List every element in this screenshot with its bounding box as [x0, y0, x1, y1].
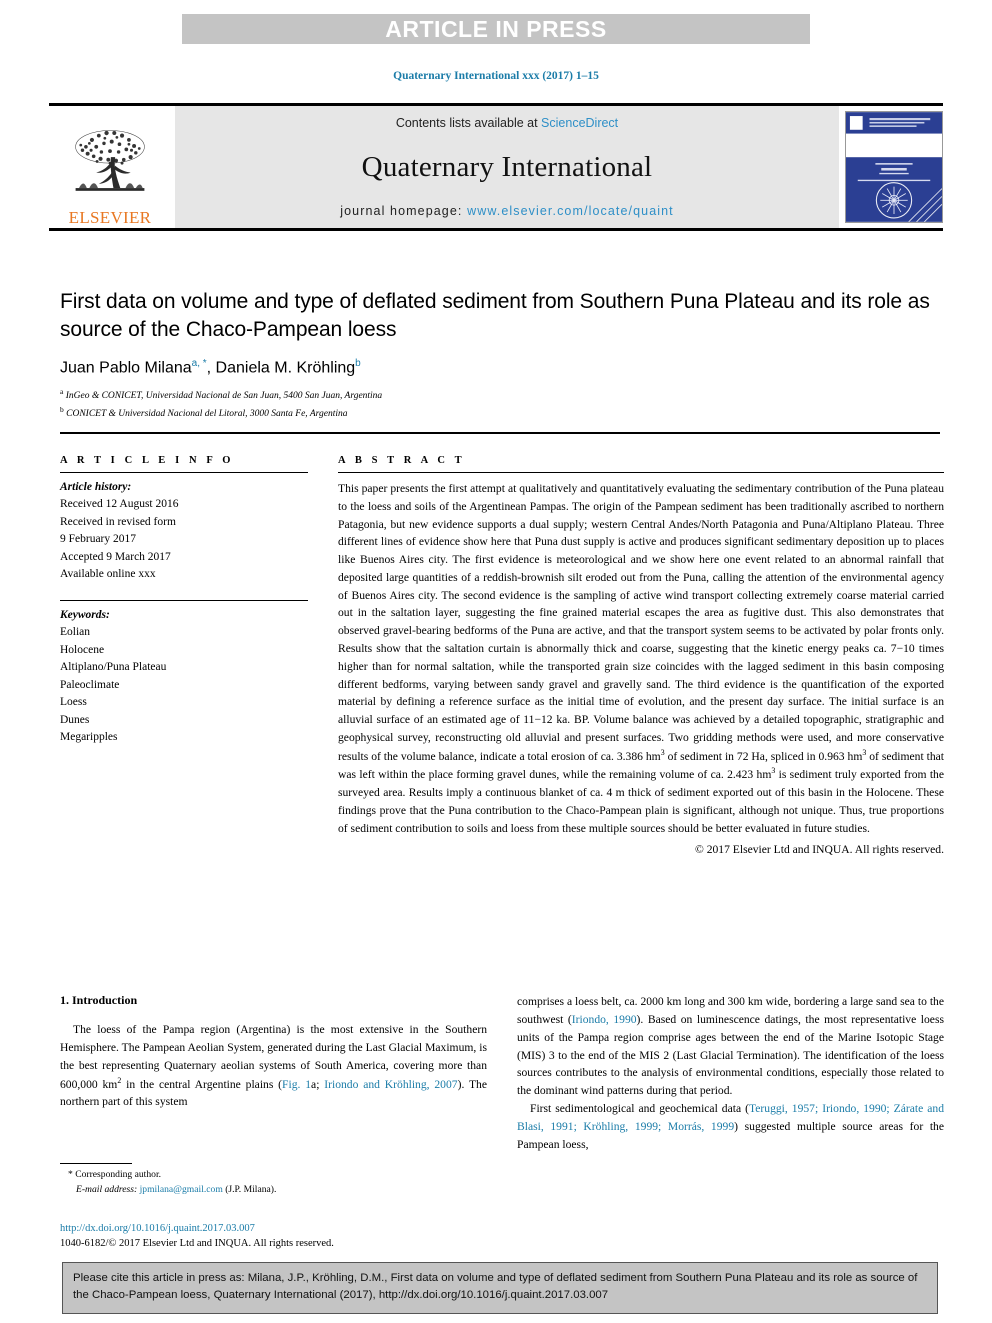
contents-lists-prefix: Contents lists available at — [395, 116, 542, 130]
article-history-label: Article history: — [60, 481, 132, 493]
article-history-item: Accepted 9 March 2017 — [60, 550, 171, 563]
article-info-column: A R T I C L E I N F O Article history: R… — [60, 455, 308, 856]
citation-link-iriondo-krohling-2007[interactable]: Iriondo and Kröhling, 2007 — [324, 1077, 457, 1090]
intro-paragraph-left: The loess of the Pampa region (Argentina… — [60, 1021, 487, 1111]
keywords-rule — [60, 599, 308, 601]
article-info-heading: A R T I C L E I N F O — [60, 455, 235, 466]
journal-homepage-prefix: journal homepage: — [340, 204, 468, 218]
keywords-label: Keywords: — [60, 608, 110, 621]
keyword-item: Paleoclimate — [60, 678, 120, 691]
affiliation-list: a InGeo & CONICET, Universidad Nacional … — [60, 386, 940, 421]
affiliation-a: a InGeo & CONICET, Universidad Nacional … — [60, 386, 940, 403]
email-owner: (J.P. Milana). — [225, 1183, 277, 1195]
figure-link-fig1[interactable]: Fig. 1 — [282, 1077, 311, 1090]
corresponding-author-mark: * — [68, 1169, 73, 1180]
email-link[interactable]: jpmilana@gmail.com — [140, 1184, 223, 1195]
author-marks-1[interactable]: a, * — [192, 358, 207, 369]
page-title: First data on volume and type of deflate… — [60, 290, 930, 341]
title-bottom-rule — [60, 432, 940, 434]
affiliation-text-b: CONICET & Universidad Nacional del Litor… — [66, 408, 348, 419]
sciencedirect-link[interactable]: ScienceDirect — [541, 116, 618, 130]
author-name-2: Daniela M. Kröhling — [215, 359, 356, 377]
email-note: E-mail address: jpmilana@gmail.com (J.P.… — [60, 1183, 487, 1198]
contents-lists-line: Contents lists available at ScienceDirec… — [396, 116, 618, 130]
section-heading-introduction: 1. Introduction — [60, 993, 138, 1007]
article-info-rule — [60, 472, 308, 473]
title-block: First data on volume and type of deflate… — [60, 288, 940, 421]
article-in-press-label: ARTICLE IN PRESS — [385, 15, 607, 42]
abstract-copyright: © 2017 Elsevier Ltd and INQUA. All right… — [694, 843, 944, 857]
article-history-group: Article history: Received 12 August 2016… — [60, 479, 308, 584]
article-history-item: Received 12 August 2016 — [60, 498, 179, 511]
journal-cover-image — [846, 112, 942, 222]
article-history-item: 9 February 2017 — [60, 533, 137, 546]
abstract-column: A B S T R A C T This paper presents the … — [338, 455, 944, 856]
corresponding-author-note: * Corresponding author. — [60, 1168, 487, 1183]
hm-cubed-superscript: 3 — [862, 747, 867, 757]
issn-copyright-line: 1040-6182/© 2017 Elsevier Ltd and INQUA.… — [60, 1237, 334, 1249]
affiliation-mark-b: b — [60, 404, 64, 414]
body-column-right: comprises a loess belt, ca. 2000 km long… — [517, 993, 944, 1154]
journal-homepage-link[interactable]: www.elsevier.com/locate/quaint — [467, 204, 674, 218]
intro-right-text-part-3: First sedimentological and geochemical d… — [530, 1102, 749, 1116]
hm-cubed-superscript: 3 — [771, 766, 776, 776]
keyword-item: Holocene — [60, 643, 105, 656]
keyword-item: Loess — [60, 696, 87, 709]
keywords-group: Keywords: Eolian Holocene Altiplano/Puna… — [60, 607, 308, 747]
footnote-block: * Corresponding author. E-mail address: … — [60, 1163, 487, 1198]
corresponding-author-label: Corresponding author. — [75, 1169, 162, 1180]
journal-homepage-line: journal homepage: www.elsevier.com/locat… — [340, 204, 674, 218]
intro-text-part-3: a; — [311, 1077, 325, 1091]
abstract-heading: A B S T R A C T — [338, 455, 466, 466]
doi-block: http://dx.doi.org/10.1016/j.quaint.2017.… — [60, 1222, 560, 1252]
please-cite-footer: Please cite this article in press as: Mi… — [62, 1262, 938, 1315]
author-separator: , — [206, 359, 216, 377]
email-label: E-mail address: — [76, 1183, 138, 1195]
author-marks-2[interactable]: b — [355, 358, 361, 369]
journal-masthead: ELSEVIER Contents lists available at Sci… — [49, 103, 943, 231]
intro-text-part-2: in the central Argentine plains ( — [121, 1077, 283, 1091]
body-columns: 1. Introduction The loess of the Pampa r… — [60, 993, 944, 1154]
article-history-item: Received in revised form — [60, 515, 176, 528]
abstract-rule — [338, 472, 944, 473]
keyword-item: Altiplano/Puna Plateau — [60, 661, 167, 674]
affiliation-mark-a: a — [60, 387, 64, 397]
running-citation: Quaternary International xxx (2017) 1–15 — [393, 70, 599, 82]
footnote-separator-rule — [60, 1163, 132, 1164]
journal-cover-thumbnail — [845, 111, 943, 223]
elsevier-logo: ELSEVIER — [49, 106, 171, 228]
elsevier-tree-icon — [75, 130, 145, 191]
abstract-body: This paper presents the first attempt at… — [338, 482, 945, 835]
doi-link[interactable]: http://dx.doi.org/10.1016/j.quaint.2017.… — [60, 1222, 560, 1237]
masthead-bottom-rule — [49, 228, 943, 231]
keyword-item: Megaripples — [60, 731, 118, 744]
author-name-1: Juan Pablo Milana — [60, 359, 192, 377]
journal-title: Quaternary International — [361, 150, 653, 183]
hm-cubed-superscript: 3 — [660, 747, 665, 757]
article-in-press-banner: ARTICLE IN PRESS — [182, 14, 810, 44]
please-cite-text: Please cite this article in press as: Mi… — [73, 1272, 918, 1302]
keyword-item: Dunes — [60, 713, 90, 726]
article-history-item: Available online xxx — [60, 568, 156, 581]
intro-paragraph-right-1: comprises a loess belt, ca. 2000 km long… — [517, 993, 944, 1100]
info-abstract-region: A R T I C L E I N F O Article history: R… — [60, 455, 944, 856]
journal-article-page: ARTICLE IN PRESS Quaternary Internationa… — [0, 0, 992, 1323]
keyword-item: Eolian — [60, 626, 91, 639]
affiliation-text-a: InGeo & CONICET, Universidad Nacional de… — [65, 391, 383, 402]
author-list: Juan Pablo Milanaa, *, Daniela M. Kröhli… — [60, 358, 940, 377]
body-column-left: 1. Introduction The loess of the Pampa r… — [60, 993, 487, 1154]
affiliation-b: b CONICET & Universidad Nacional del Lit… — [60, 404, 940, 421]
intro-paragraph-right-2: First sedimentological and geochemical d… — [517, 1100, 944, 1154]
masthead-center: Contents lists available at ScienceDirec… — [175, 106, 839, 228]
elsevier-wordmark: ELSEVIER — [68, 208, 152, 227]
citation-link-iriondo-1990[interactable]: Iriondo, 1990 — [572, 1013, 637, 1026]
